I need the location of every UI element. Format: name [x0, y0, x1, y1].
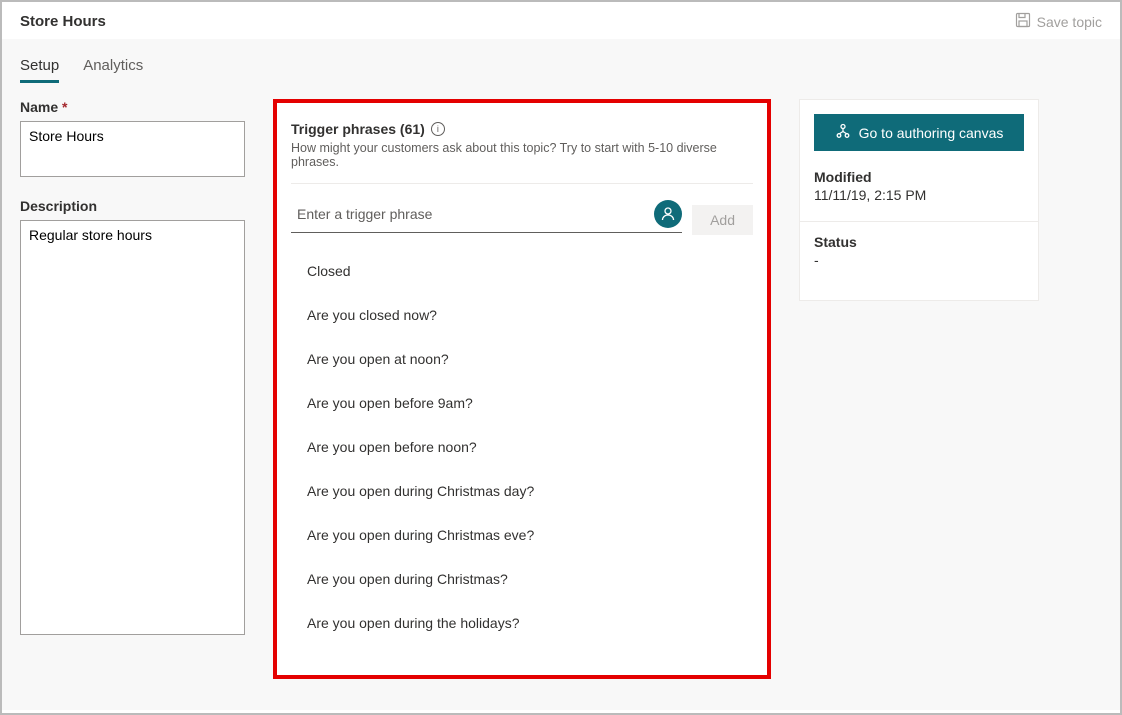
trigger-phrases-title: Trigger phrases (61) — [291, 121, 425, 137]
trigger-phrase-item[interactable]: Are you closed now? — [307, 293, 757, 337]
trigger-phrases-panel: Trigger phrases (61) i How might your cu… — [273, 99, 771, 679]
left-column: Name * Description — [20, 99, 245, 638]
canvas-icon — [835, 123, 851, 142]
trigger-header: Trigger phrases (61) i — [291, 121, 753, 137]
trigger-subtext: How might your customers ask about this … — [291, 141, 753, 169]
page-title: Store Hours — [20, 13, 106, 30]
trigger-phrase-item[interactable]: Are you open before 9am? — [307, 381, 757, 425]
person-icon[interactable] — [654, 200, 682, 228]
goto-authoring-canvas-button[interactable]: Go to authoring canvas — [814, 114, 1024, 151]
trigger-phrase-item[interactable]: Are you open at noon? — [307, 337, 757, 381]
content-area: Setup Analytics Name * Description Trigg… — [2, 39, 1120, 710]
tabs: Setup Analytics — [20, 57, 1102, 83]
trigger-phrase-item[interactable]: Are you open during Christmas day? — [307, 469, 757, 513]
info-icon[interactable]: i — [431, 122, 445, 136]
add-phrase-button[interactable]: Add — [692, 205, 753, 235]
trigger-phrase-item[interactable]: Are you open during Christmas eve? — [307, 513, 757, 557]
description-label: Description — [20, 198, 245, 214]
save-topic-button[interactable]: Save topic — [1015, 12, 1102, 31]
trigger-phrase-item[interactable]: Are you open during Christmas? — [307, 557, 757, 601]
description-input[interactable] — [20, 220, 245, 635]
tab-analytics[interactable]: Analytics — [83, 57, 143, 83]
save-topic-label: Save topic — [1037, 14, 1102, 30]
right-column: Go to authoring canvas Modified 11/11/19… — [799, 99, 1039, 301]
trigger-phrase-item[interactable]: Are you open during the holidays? — [307, 601, 757, 645]
columns: Name * Description Trigger phrases (61) … — [20, 99, 1102, 679]
goto-authoring-canvas-label: Go to authoring canvas — [859, 125, 1004, 141]
name-input[interactable] — [20, 121, 245, 177]
trigger-phrase-list[interactable]: ClosedAre you closed now?Are you open at… — [291, 245, 757, 661]
trigger-phrase-item[interactable]: Are you open before noon? — [307, 425, 757, 469]
topbar: Store Hours Save topic — [2, 2, 1120, 39]
trigger-phrase-item[interactable]: Closed — [307, 249, 757, 293]
status-value: - — [814, 252, 1024, 268]
divider — [291, 183, 753, 184]
meta-divider — [800, 221, 1038, 222]
trigger-phrase-input[interactable] — [297, 206, 646, 222]
required-asterisk: * — [62, 99, 67, 115]
status-label: Status — [814, 234, 1024, 250]
save-icon — [1015, 12, 1031, 31]
name-label: Name * — [20, 99, 245, 115]
modified-label: Modified — [814, 169, 1024, 185]
modified-value: 11/11/19, 2:15 PM — [814, 187, 1024, 203]
tab-setup[interactable]: Setup — [20, 57, 59, 83]
